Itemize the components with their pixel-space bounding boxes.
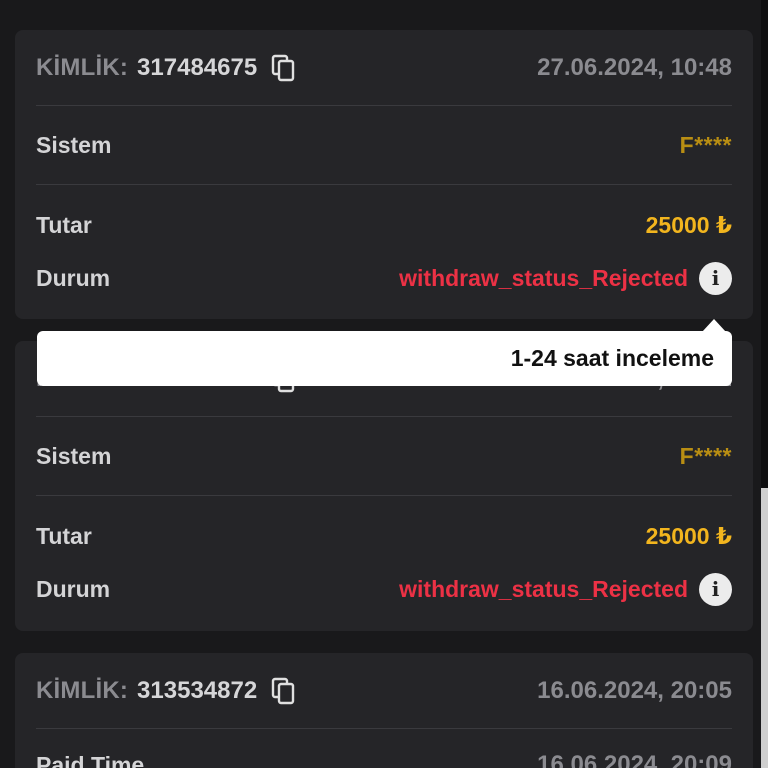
transaction-id: KİMLİK: 313534872 (36, 677, 297, 705)
amount-row: Tutar 25000 ₺ (36, 496, 732, 576)
withdrawal-card: KİMLİK: 313534872 16.06.2024, 20:05 Paid… (15, 653, 753, 768)
tooltip-arrow (702, 319, 726, 332)
amount-label: Tutar (36, 211, 92, 238)
id-label: KİMLİK: (36, 53, 129, 81)
transaction-date: 16.06.2024, 20:05 (537, 676, 732, 704)
id-label: KİMLİK: (36, 676, 129, 704)
status-wrap: withdraw_status_Rejected i (399, 261, 732, 295)
amount-value: 25000 ₺ (645, 522, 732, 549)
card-header: KİMLİK: 317484675 27.06.2024, 10:48 (36, 30, 732, 106)
info-icon[interactable]: i (699, 572, 732, 606)
system-value: F**** (679, 442, 732, 469)
tooltip-text: 1-24 saat inceleme (510, 345, 714, 371)
system-row: Sistem F**** (36, 106, 732, 185)
amount-value: 25000 ₺ (645, 211, 732, 238)
id-value: 317484675 (137, 53, 258, 81)
system-value: F**** (679, 131, 732, 158)
status-label: Durum (36, 575, 111, 602)
paid-time-value: 16.06.2024, 20:09 (537, 751, 732, 768)
transaction-date: 27.06.2024, 10:48 (537, 53, 732, 81)
copy-icon[interactable] (271, 677, 297, 705)
paid-time-row: Paid Time 16.06.2024, 20:09 (36, 729, 732, 768)
paid-time-label: Paid Time (36, 751, 145, 768)
copy-icon[interactable] (271, 54, 297, 82)
scrollbar[interactable] (761, 0, 768, 768)
id-value: 313534872 (137, 676, 258, 704)
card-header: KİMLİK: 313534872 16.06.2024, 20:05 (36, 653, 732, 729)
status-badge: withdraw_status_Rejected (399, 575, 688, 602)
scrollbar-thumb[interactable] (761, 488, 768, 768)
status-row: Durum withdraw_status_Rejected i (36, 261, 732, 295)
system-label: Sistem (36, 131, 112, 158)
withdrawal-card: KİMLİK: 317484675 27.06.2024, 10:48 Sist… (15, 30, 753, 319)
status-label: Durum (36, 264, 111, 291)
status-wrap: withdraw_status_Rejected i (399, 572, 732, 606)
transaction-id: KİMLİK: 317484675 (36, 54, 297, 82)
withdrawal-history-page: KİMLİK: 317484675 27.06.2024, 10:48 Sist… (0, 0, 768, 768)
system-row: Sistem F**** (36, 417, 732, 496)
status-tooltip: 1-24 saat inceleme (37, 319, 732, 386)
status-row: Durum withdraw_status_Rejected i (36, 572, 732, 606)
amount-row: Tutar 25000 ₺ (36, 185, 732, 265)
info-icon[interactable]: i (699, 261, 732, 295)
amount-label: Tutar (36, 522, 92, 549)
system-label: Sistem (36, 442, 112, 469)
status-badge: withdraw_status_Rejected (399, 264, 688, 291)
